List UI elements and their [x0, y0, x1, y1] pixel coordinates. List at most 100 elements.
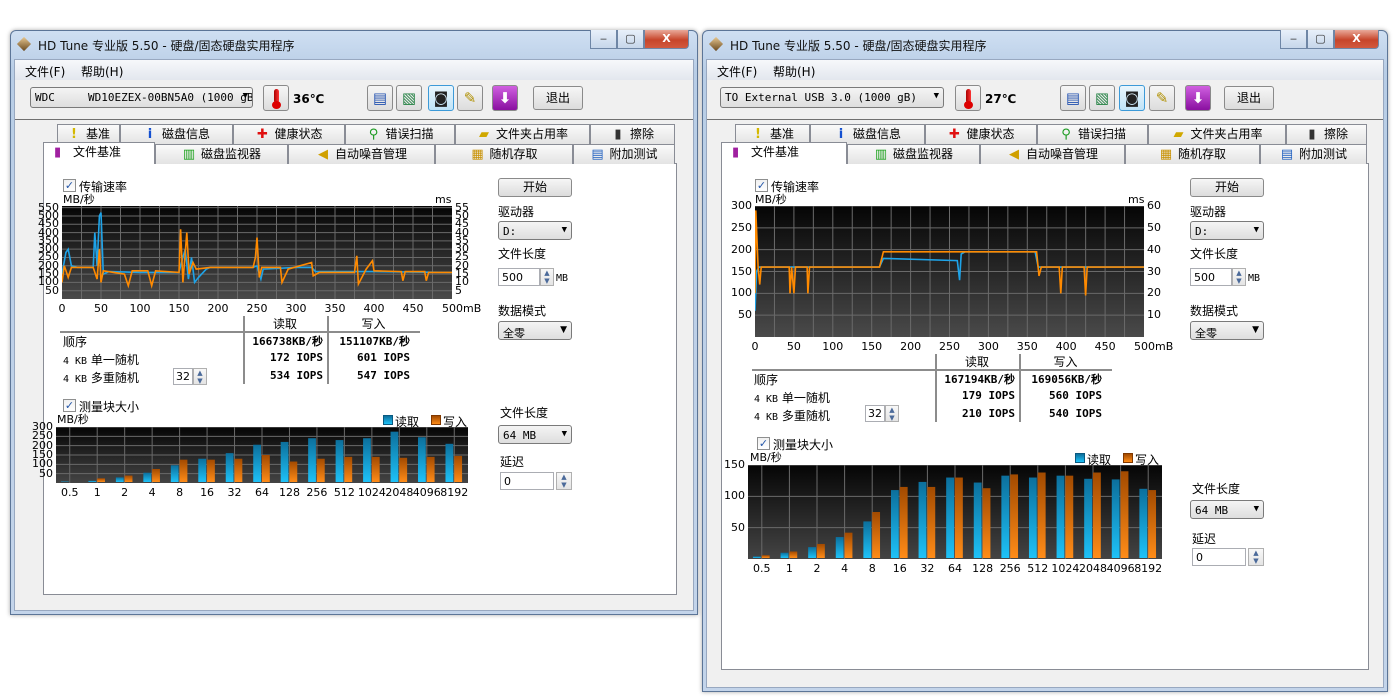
tab-trash[interactable]: ▮擦除 [1286, 124, 1367, 144]
read-bar [974, 483, 982, 558]
tab-label: 随机存取 [1178, 147, 1226, 161]
tab-random-access[interactable]: ▦随机存取 [1125, 144, 1260, 164]
save-download-button[interactable]: ⬇ [492, 85, 518, 111]
temperature-button[interactable] [263, 85, 289, 111]
delay-spinner[interactable]: ▲▼ [1248, 548, 1264, 566]
screenshot-camera-icon: ◙ [429, 89, 453, 107]
tab-health-cross[interactable]: ✚健康状态 [233, 124, 345, 144]
tab-folder[interactable]: ▰文件夹占用率 [1148, 124, 1286, 144]
data-mode-select[interactable]: 全零▼ [1190, 321, 1264, 340]
temperature-button[interactable] [955, 85, 981, 111]
options-button[interactable]: ✎ [457, 85, 483, 111]
toolbar-separator [15, 119, 693, 120]
y2-tick-label: 40 [1147, 244, 1161, 256]
drive-letter-select[interactable]: D:▼ [1190, 221, 1264, 240]
category-label: 8192 [1130, 563, 1166, 575]
tab-disk-monitor[interactable]: ▥磁盘监视器 [847, 144, 980, 164]
file-length-input[interactable]: 500 [1190, 268, 1232, 286]
tab-label: 擦除 [1324, 127, 1348, 141]
exit-button[interactable]: 退出 [1224, 86, 1274, 110]
trash-icon: ▮ [611, 126, 625, 144]
tab-magnifier[interactable]: ⚲错误扫描 [345, 124, 455, 144]
screenshot-camera-button[interactable]: ◙ [1119, 85, 1145, 111]
drive-letter-select[interactable]: D:▼ [498, 221, 572, 240]
tab-folder[interactable]: ▰文件夹占用率 [455, 124, 590, 144]
read-bar [863, 521, 871, 558]
maximize-button[interactable]: ▢ [617, 30, 644, 49]
y2-tick-label: 10 [1147, 309, 1161, 321]
tab-trash[interactable]: ▮擦除 [590, 124, 675, 144]
block-size-checkbox[interactable]: ✓ [757, 437, 770, 450]
block-size-checkbox[interactable]: ✓ [63, 399, 76, 412]
transfer-rate-checkbox[interactable]: ✓ [63, 179, 76, 192]
screenshot-camera-button[interactable]: ◙ [428, 85, 454, 111]
queue-depth-input[interactable]: 32 [865, 405, 885, 422]
queue-depth-spinner[interactable]: ▲▼ [885, 405, 899, 422]
tab-speaker[interactable]: ◀自动噪音管理 [980, 144, 1125, 164]
chevron-down-icon: ▼ [243, 91, 248, 101]
tab-disk-monitor[interactable]: ▥磁盘监视器 [155, 144, 288, 164]
close-button[interactable]: X [1334, 30, 1379, 49]
tab-info[interactable]: i磁盘信息 [810, 124, 925, 144]
delay-input[interactable]: 0 [1192, 548, 1246, 566]
file-length-spinner[interactable]: ▲▼ [540, 268, 554, 286]
menu-help[interactable]: 帮助(H) [773, 63, 815, 80]
drive-select[interactable]: TO External USB 3.0 (1000 gB)▼ [720, 87, 944, 108]
y-tick-label: 550 [32, 202, 59, 214]
tab-file-benchmark[interactable]: ▮文件基准 [43, 142, 155, 164]
x-tick-label: 200 [198, 303, 238, 315]
drive-select[interactable]: WDC WD10EZEX-00BN5A0 (1000 gB)▼ [30, 87, 253, 108]
tab-extra-tests[interactable]: ▤附加测试 [1260, 144, 1367, 164]
save-download-button[interactable]: ⬇ [1185, 85, 1211, 111]
options-button[interactable]: ✎ [1149, 85, 1175, 111]
read-bar [1029, 478, 1037, 558]
block-file-length-select[interactable]: 64 MB▼ [498, 425, 572, 444]
file-length-spinner[interactable]: ▲▼ [1232, 268, 1246, 286]
menu-file[interactable]: 文件(F) [717, 63, 757, 80]
tab-health-cross[interactable]: ✚健康状态 [925, 124, 1037, 144]
toolbar-separator [707, 119, 1383, 120]
copy-image-button[interactable]: ▧ [396, 85, 422, 111]
write-bar [399, 458, 407, 482]
menu-file[interactable]: 文件(F) [25, 63, 65, 80]
file-length-input[interactable]: 500 [498, 268, 540, 286]
tab-info[interactable]: i磁盘信息 [120, 124, 233, 144]
row-label: 多重随机 [782, 409, 830, 423]
tab-file-benchmark[interactable]: ▮文件基准 [721, 142, 847, 164]
drive-select-value: TO External USB 3.0 (1000 gB) [725, 91, 917, 104]
write-bar [900, 487, 908, 558]
tab-random-access[interactable]: ▦随机存取 [435, 144, 573, 164]
category-label: 8192 [436, 487, 472, 499]
block-size-chart [56, 427, 468, 483]
close-button[interactable]: X [644, 30, 689, 49]
minimize-button[interactable]: ‒ [590, 30, 617, 49]
maximize-button[interactable]: ▢ [1307, 30, 1334, 49]
tab-warning[interactable]: !基准 [735, 124, 810, 144]
y-tick-label: 300 [725, 200, 752, 212]
tab-warning[interactable]: !基准 [57, 124, 120, 144]
tab-speaker[interactable]: ◀自动噪音管理 [288, 144, 435, 164]
data-mode-select[interactable]: 全零▼ [498, 321, 572, 340]
tab-label: 自动噪音管理 [335, 147, 407, 161]
exit-button[interactable]: 退出 [533, 86, 583, 110]
delay-spinner[interactable]: ▲▼ [556, 472, 572, 490]
copy-text-button[interactable]: ▤ [367, 85, 393, 111]
start-button[interactable]: 开始 [1190, 178, 1264, 197]
read-value: 166738KB/秒 [243, 333, 323, 349]
queue-depth-input[interactable]: 32 [173, 368, 193, 385]
delay-input[interactable]: 0 [500, 472, 554, 490]
copy-text-button[interactable]: ▤ [1060, 85, 1086, 111]
queue-depth-spinner[interactable]: ▲▼ [193, 368, 207, 385]
minimize-button[interactable]: ‒ [1280, 30, 1307, 49]
read-bar [198, 459, 206, 482]
block-file-length-select[interactable]: 64 MB▼ [1190, 500, 1264, 519]
delay-label: 延迟 [500, 453, 524, 470]
menu-help[interactable]: 帮助(H) [81, 63, 123, 80]
tab-extra-tests[interactable]: ▤附加测试 [573, 144, 675, 164]
write-bar [97, 478, 105, 482]
transfer-rate-checkbox[interactable]: ✓ [755, 179, 768, 192]
copy-image-button[interactable]: ▧ [1089, 85, 1115, 111]
tab-magnifier[interactable]: ⚲错误扫描 [1037, 124, 1148, 144]
write-bar [125, 476, 133, 482]
start-button[interactable]: 开始 [498, 178, 572, 197]
